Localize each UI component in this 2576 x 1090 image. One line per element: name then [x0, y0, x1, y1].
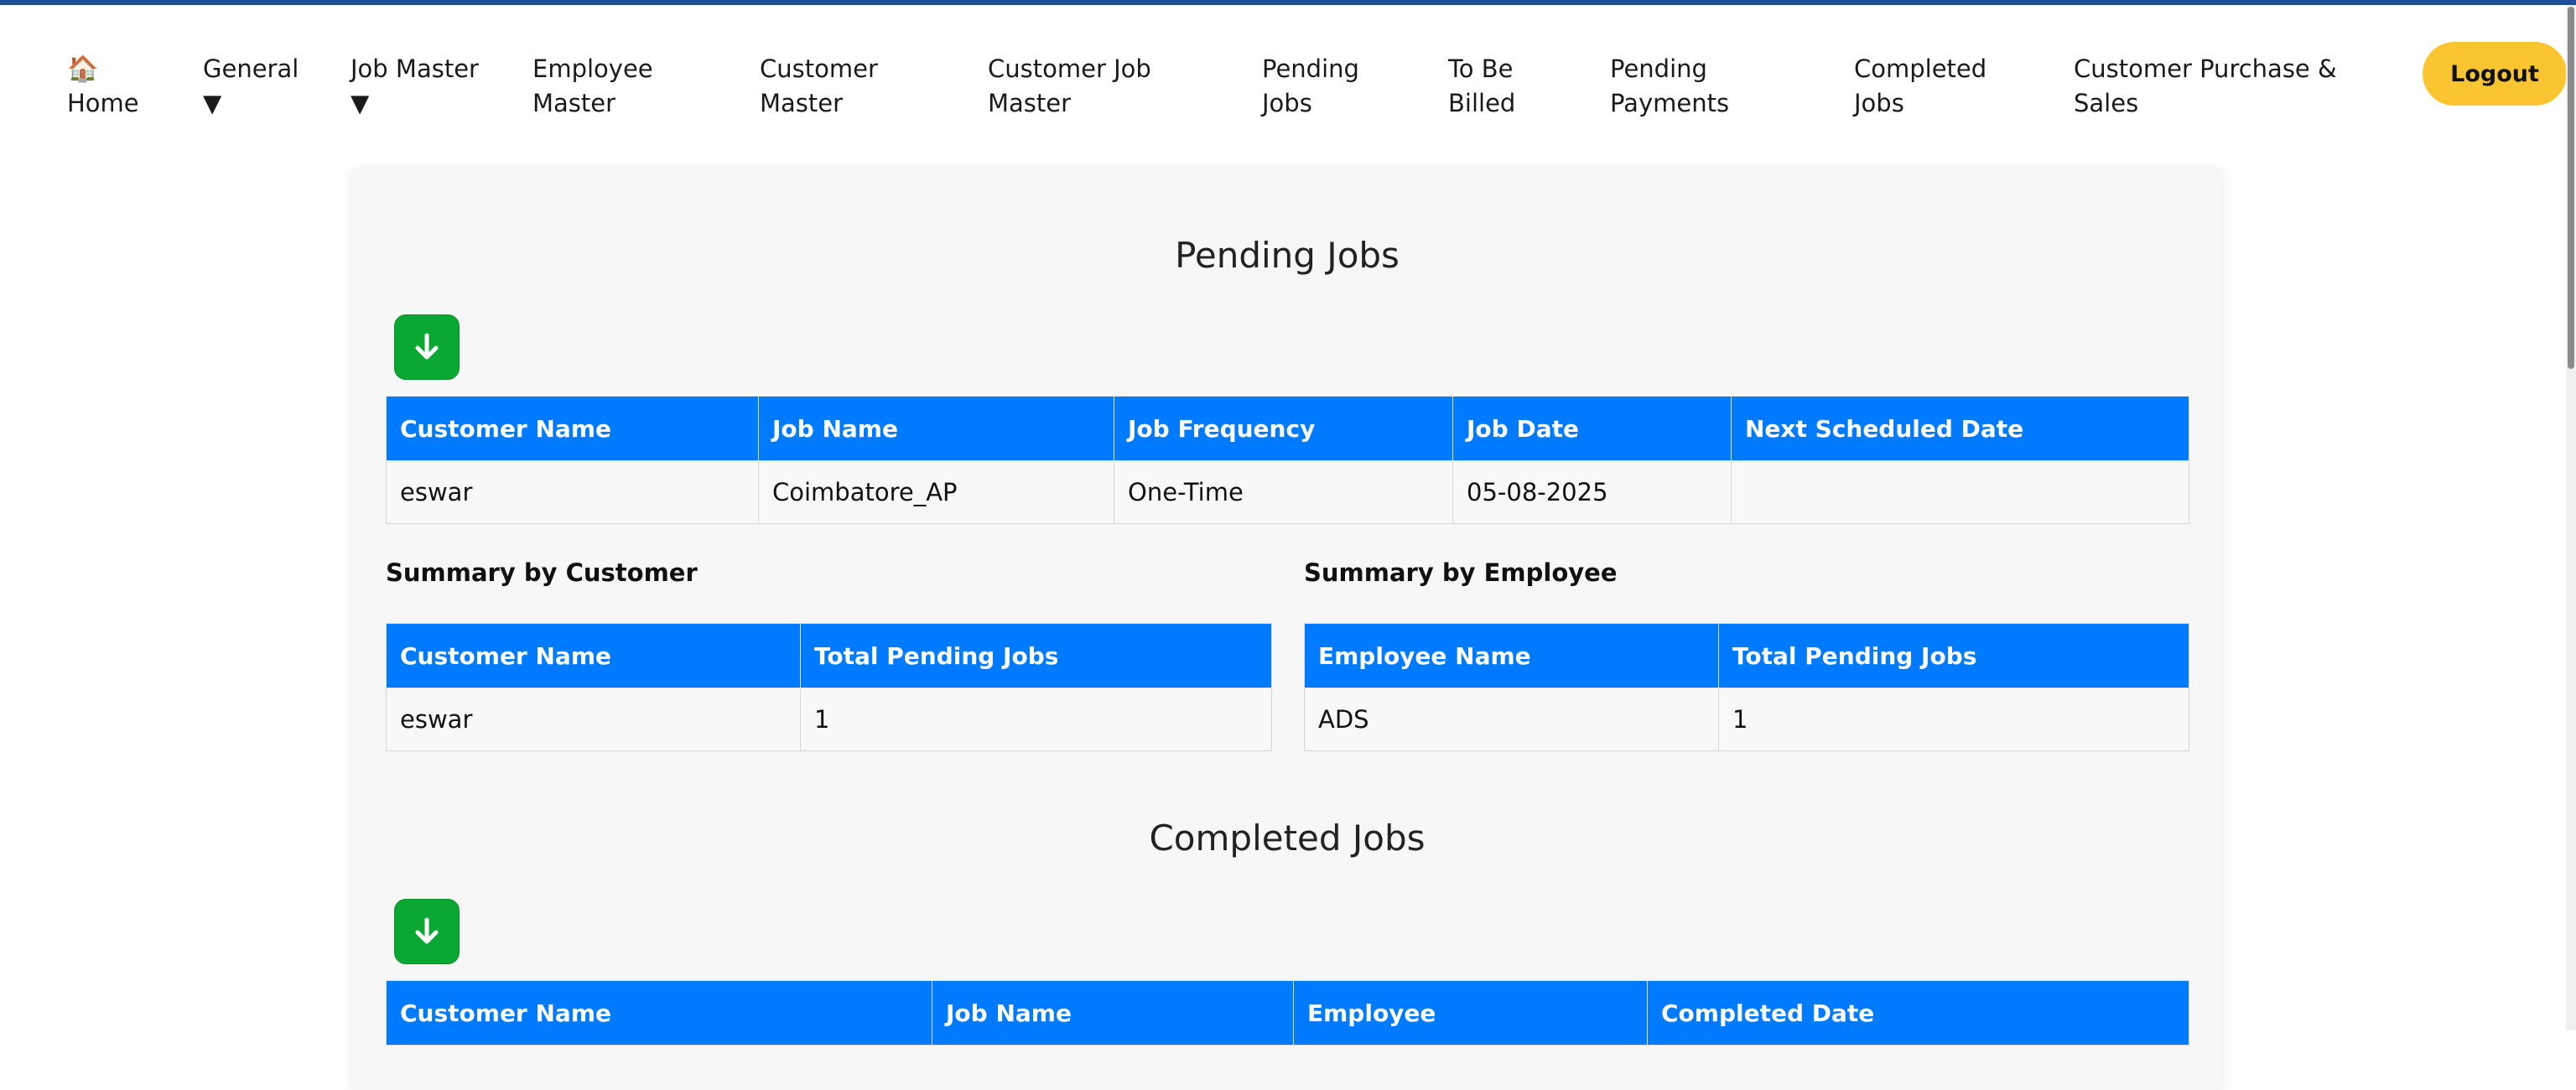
nav-label-line2: Master — [988, 89, 1072, 117]
nav-label-line2: Sales — [2074, 89, 2139, 117]
nav-label-line1: Pending — [1610, 54, 1707, 83]
nav-label-line2: Master — [532, 89, 616, 117]
content-card: Pending Jobs Customer Name Job Name Job … — [352, 168, 2222, 1090]
table-row: eswar 1 — [386, 688, 1272, 751]
column-header: Customer Name — [386, 623, 801, 688]
column-header: Employee — [1293, 980, 1648, 1046]
column-header: Next Scheduled Date — [1731, 396, 2189, 461]
column-header: Total Pending Jobs — [1718, 623, 2189, 688]
nav-customer-master[interactable]: Customer Master — [760, 52, 878, 121]
nav-label-line1: Customer Job — [988, 54, 1151, 83]
nav-completed-jobs[interactable]: Completed Jobs — [1854, 52, 1987, 121]
nav-employee-master[interactable]: Employee Master — [532, 52, 653, 121]
column-header: Job Name — [758, 396, 1114, 461]
table-header-row: Customer Name Job Name Employee Complete… — [386, 980, 2189, 1046]
nav-home-label: Home — [67, 89, 139, 117]
completed-jobs-table: Customer Name Job Name Employee Complete… — [386, 980, 2189, 1046]
table-header-row: Customer Name Job Name Job Frequency Job… — [386, 396, 2189, 461]
nav-to-be-billed[interactable]: To Be Billed — [1448, 52, 1515, 121]
table-cell: One-Time — [1114, 460, 1453, 524]
nav-label-line2: Payments — [1610, 89, 1730, 117]
pending-jobs-table: Customer Name Job Name Job Frequency Job… — [386, 396, 2189, 524]
table-cell: ADS — [1304, 688, 1719, 751]
nav-label-line2: Jobs — [1854, 89, 1904, 117]
nav-job-master-label: Job Master — [351, 54, 479, 83]
nav-label-line2: Master — [760, 89, 844, 117]
home-icon: 🏠 — [67, 54, 99, 84]
table-cell: 05-08-2025 — [1452, 460, 1732, 524]
column-header: Job Frequency — [1114, 396, 1453, 461]
dropdown-caret-icon: ▼ — [351, 89, 370, 117]
nav-job-master[interactable]: Job Master ▼ — [351, 52, 479, 121]
summary-by-customer-title: Summary by Customer — [386, 558, 698, 587]
completed-download-button[interactable] — [394, 899, 460, 964]
table-cell: eswar — [386, 688, 801, 751]
scrollbar-thumb[interactable] — [2568, 7, 2574, 369]
nav-label-line1: Customer Purchase & — [2074, 54, 2337, 83]
table-cell — [1731, 460, 2189, 524]
nav-label-line1: Customer — [760, 54, 878, 83]
nav-pending-jobs[interactable]: Pending Jobs — [1262, 52, 1359, 121]
table-row: eswar Coimbatore_AP One-Time 05-08-2025 — [386, 460, 2189, 524]
summary-employee-table: Employee Name Total Pending Jobs ADS 1 — [1304, 623, 2189, 751]
nav-general-label: General — [203, 54, 299, 83]
column-header: Employee Name — [1304, 623, 1719, 688]
nav-label-line2: Billed — [1448, 89, 1516, 117]
pending-jobs-title: Pending Jobs — [1175, 235, 1400, 276]
column-header: Job Name — [932, 980, 1294, 1046]
table-header-row: Employee Name Total Pending Jobs — [1304, 623, 2189, 688]
column-header: Total Pending Jobs — [800, 623, 1272, 688]
nav-label-line1: Completed — [1854, 54, 1987, 83]
nav-general[interactable]: General ▼ — [203, 52, 299, 121]
nav-customer-job-master[interactable]: Customer Job Master — [988, 52, 1151, 121]
table-cell: Coimbatore_AP — [758, 460, 1114, 524]
table-cell: 1 — [1718, 688, 2189, 751]
column-header: Completed Date — [1647, 980, 2189, 1046]
column-header: Customer Name — [386, 396, 759, 461]
pending-download-button[interactable] — [394, 314, 460, 380]
page-scrollbar[interactable] — [2566, 5, 2576, 1030]
summary-customer-table: Customer Name Total Pending Jobs eswar 1 — [386, 623, 1272, 751]
nav-label-line1: Employee — [532, 54, 653, 83]
nav-label-line1: Pending — [1262, 54, 1359, 83]
completed-jobs-title: Completed Jobs — [1149, 818, 1426, 859]
table-row: ADS 1 — [1304, 688, 2189, 751]
download-arrow-icon — [415, 917, 439, 944]
nav-label-line2: Jobs — [1262, 89, 1312, 117]
table-cell: 1 — [800, 688, 1272, 751]
dropdown-caret-icon: ▼ — [203, 89, 222, 117]
nav-home[interactable]: 🏠 Home — [67, 52, 139, 121]
download-arrow-icon — [415, 333, 439, 360]
nav-customer-purchase-sales[interactable]: Customer Purchase & Sales — [2074, 52, 2337, 121]
summary-by-employee-title: Summary by Employee — [1304, 558, 1618, 587]
column-header: Customer Name — [386, 980, 932, 1046]
nav-pending-payments[interactable]: Pending Payments — [1610, 52, 1729, 121]
column-header: Job Date — [1452, 396, 1732, 461]
logout-button[interactable]: Logout — [2423, 42, 2567, 106]
table-cell: eswar — [386, 460, 759, 524]
nav-label-line1: To Be — [1448, 54, 1514, 83]
top-navigation: 🏠 Home General ▼ Job Master ▼ Employee M… — [0, 5, 2567, 139]
table-header-row: Customer Name Total Pending Jobs — [386, 623, 1272, 688]
